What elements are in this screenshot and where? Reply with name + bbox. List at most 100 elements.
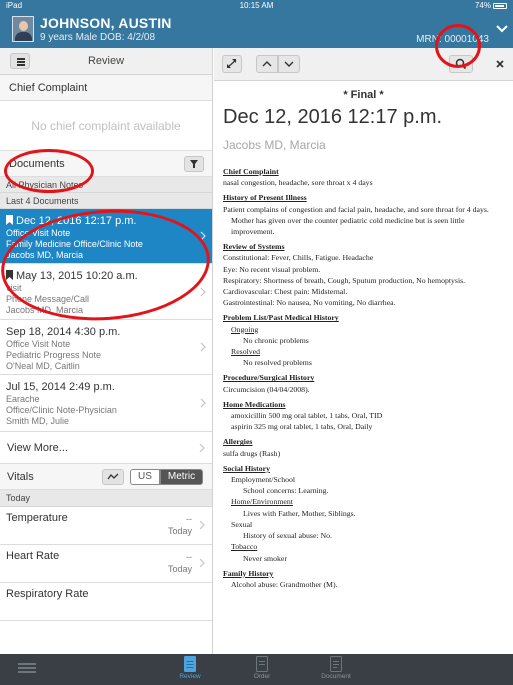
note-heading: Problem List/Past Medical History: [223, 313, 339, 323]
document-category: Family Medicine Office/Clinic Note: [6, 239, 143, 249]
unit-us-button[interactable]: US: [130, 469, 160, 485]
chevron-up-icon: [262, 61, 272, 67]
view-more-link[interactable]: View More...: [0, 432, 212, 464]
trend-icon: [107, 473, 119, 480]
bookmark-icon: [6, 215, 13, 225]
vital-name: Temperature: [6, 512, 68, 524]
note-heading: Procedure/Surgical History: [223, 373, 315, 383]
document-title: Sep 18, 2014 4:30 p.m.: [6, 326, 121, 338]
chevron-right-icon: [199, 520, 205, 530]
note-text: History of sexual abuse: No.: [243, 531, 332, 541]
bottom-tab-bar: Review Order Document: [0, 654, 513, 685]
filter-last-documents[interactable]: Last 4 Documents: [0, 193, 212, 209]
chief-complaint-empty: No chief complaint available: [0, 101, 212, 151]
document-category: Office/Clinic Note-Physician: [6, 405, 117, 415]
vital-value: --: [186, 514, 192, 524]
note-text: amoxicillin 500 mg oral tablet, 1 tabs, …: [231, 411, 383, 421]
document-status: * Final *: [343, 89, 384, 101]
document-type: Earache: [6, 394, 40, 404]
document-item[interactable]: Jul 15, 2014 2:49 p.m. Earache Office/Cl…: [0, 375, 212, 432]
documents-header: Documents: [0, 151, 212, 177]
filter-button[interactable]: [184, 156, 204, 172]
note-text: Patient complains of congestion and faci…: [223, 204, 489, 214]
previous-document-button[interactable]: [256, 55, 278, 73]
note-subheading: Employment/School: [231, 475, 296, 485]
chevron-down-icon[interactable]: [496, 24, 508, 34]
note-heading: Chief Complaint: [223, 167, 279, 176]
vital-name: Heart Rate: [6, 550, 60, 562]
tab-document[interactable]: Document: [296, 656, 376, 680]
tab-label: Order: [253, 673, 271, 680]
vital-row[interactable]: Respiratory Rate: [0, 583, 212, 621]
vital-row[interactable]: Heart Rate -- Today: [0, 545, 212, 583]
expand-button[interactable]: [222, 55, 242, 73]
vitals-title: Vitals: [7, 471, 34, 483]
tab-review[interactable]: Review: [150, 656, 230, 680]
note-text: Circumcision (04/04/2008).: [223, 384, 310, 394]
search-icon: [455, 58, 467, 70]
list-menu-button[interactable]: [10, 53, 30, 69]
note-text: Never smoker: [243, 553, 287, 563]
note-text: Gastrointestinal: No nausea, No vomiting…: [223, 298, 396, 308]
vital-row[interactable]: Temperature -- Today: [0, 507, 212, 545]
patient-banner[interactable]: JOHNSON, AUSTIN 9 years Male DOB: 4/2/08…: [0, 12, 513, 48]
document-title: May 13, 2015 10:20 a.m.: [16, 270, 138, 282]
note-text: Cardiovascular: Chest pain: Midsternal.: [223, 287, 348, 297]
document-viewer: * Final * Dec 12, 2016 12:17 p.m. Jacobs…: [214, 48, 513, 654]
chevron-right-icon: [200, 287, 206, 296]
review-sidebar: Review Chief Complaint No chief complain…: [0, 48, 213, 654]
document-title: Dec 12, 2016 12:17 p.m.: [16, 215, 137, 227]
document-content: * Final * Dec 12, 2016 12:17 p.m. Jacobs…: [214, 81, 513, 590]
note-subheading: Tobacco: [231, 542, 258, 552]
unit-metric-button[interactable]: Metric: [159, 469, 204, 485]
document-type: Office Visit Note: [6, 339, 71, 349]
document-icon: [330, 656, 342, 672]
note-heading: Home Medications: [223, 399, 286, 409]
trend-button[interactable]: [102, 469, 124, 485]
menu-icon[interactable]: [18, 662, 36, 674]
document-item[interactable]: May 13, 2015 10:20 a.m. visit Phone Mess…: [0, 264, 212, 320]
chevron-right-icon: [200, 231, 206, 241]
document-toolbar: [214, 48, 513, 81]
clinical-note: Chief Complaint nasal congestion, headac…: [223, 166, 504, 590]
note-subheading: Resolved: [231, 347, 261, 357]
vital-value: --: [186, 552, 192, 562]
document-datetime: Dec 12, 2016 12:17 p.m.: [223, 106, 443, 128]
note-subheading: Sexual: [231, 519, 253, 529]
chevron-right-icon: [200, 398, 206, 408]
document-item[interactable]: Dec 12, 2016 12:17 p.m. Office Visit Not…: [0, 209, 212, 264]
note-text: sulfa drugs (Rash): [223, 448, 281, 458]
patient-mrn: MRN: 00001043: [416, 34, 489, 45]
unit-toggle[interactable]: US Metric: [130, 469, 204, 485]
document-category: Phone Message/Call: [6, 294, 90, 304]
note-text: No resolved problems: [243, 358, 312, 368]
document-item[interactable]: Sep 18, 2014 4:30 p.m. Office Visit Note…: [0, 320, 212, 375]
clock: 10:15 AM: [239, 1, 274, 10]
search-button[interactable]: [449, 55, 473, 73]
note-subheading: Ongoing: [231, 324, 259, 334]
close-icon[interactable]: [495, 59, 505, 69]
document-title: Jul 15, 2014 2:49 p.m.: [6, 381, 115, 393]
order-icon: [256, 656, 268, 672]
note-text: Lives with Father, Mother, Siblings.: [243, 508, 356, 518]
note-text: Alcohol abuse: Grandmother (M).: [231, 579, 338, 589]
vital-time: Today: [167, 526, 192, 536]
note-text: Eye: No recent visual problem.: [223, 264, 321, 274]
note-heading: Allergies: [223, 437, 253, 447]
status-bar: iPad 10:15 AM 74%: [0, 0, 513, 12]
vitals-header: Vitals US Metric: [0, 464, 212, 490]
chevron-right-icon: [199, 443, 205, 453]
next-document-button[interactable]: [278, 55, 300, 73]
filter-all-physician-notes[interactable]: All Physician Notes: [0, 177, 212, 193]
chevron-right-icon: [200, 342, 206, 352]
review-title: Review: [87, 55, 125, 67]
document-author: O'Neal MD, Caitlin: [6, 361, 80, 371]
document-author: Jacobs MD, Marcia: [223, 138, 326, 152]
note-text: Respiratory: Shortness of breath, Cough,…: [223, 275, 466, 285]
tab-order[interactable]: Order: [222, 656, 302, 680]
patient-name: JOHNSON, AUSTIN: [40, 15, 172, 31]
note-heading: Social History: [223, 463, 270, 473]
document-author: Jacobs MD, Marcia: [6, 250, 84, 260]
chief-complaint-header: Chief Complaint: [0, 75, 212, 101]
vital-name: Respiratory Rate: [6, 588, 89, 600]
